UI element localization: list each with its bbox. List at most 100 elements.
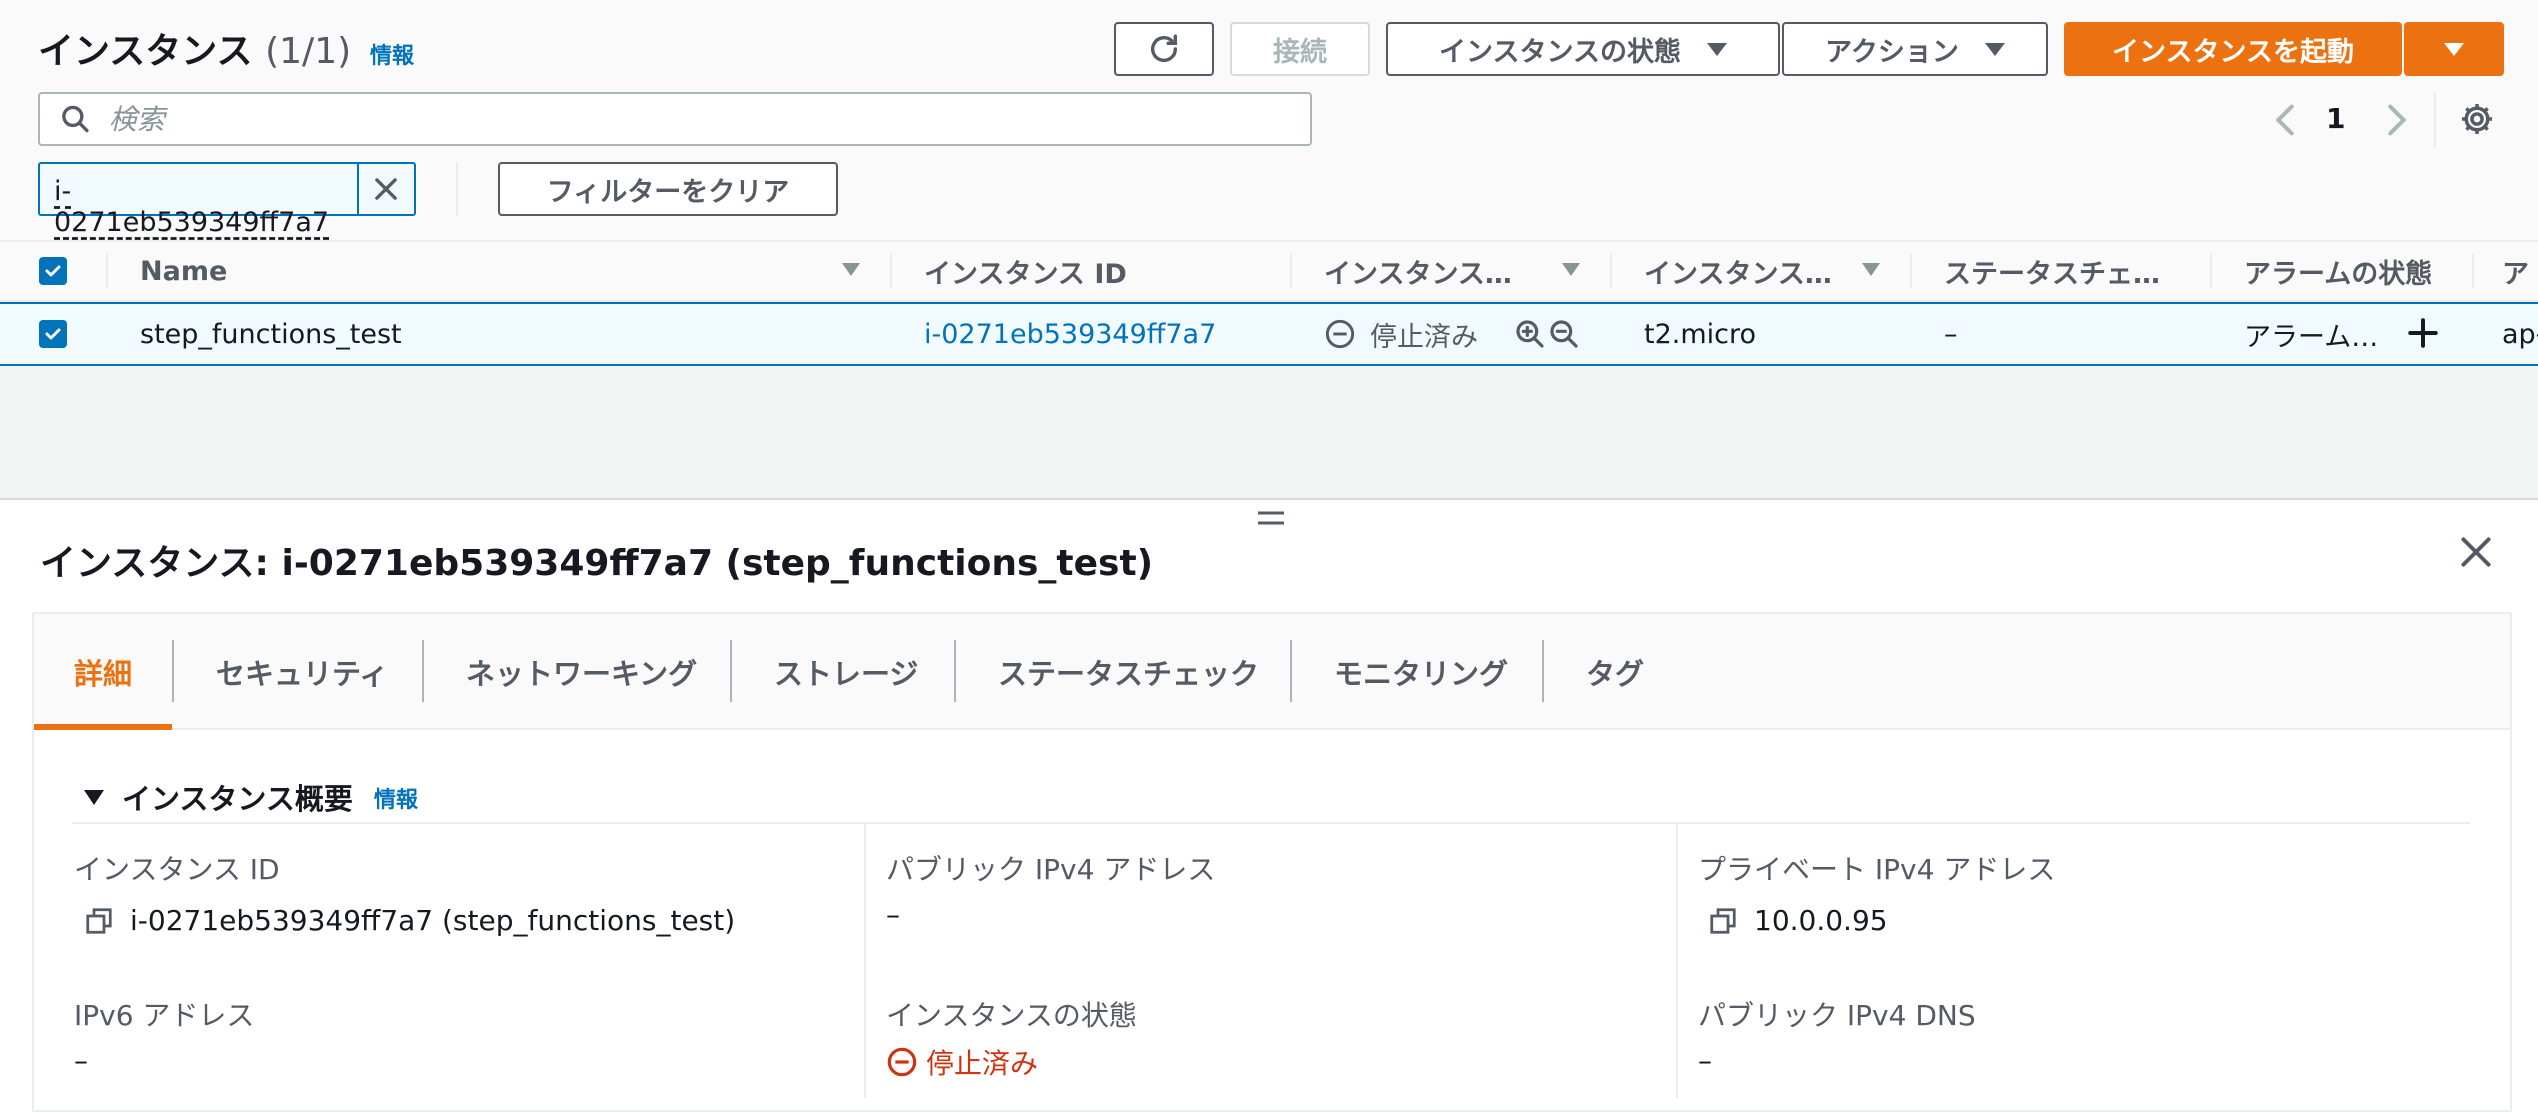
- caret-down-icon: [1984, 42, 2005, 56]
- instance-summary-toggle[interactable]: インスタンス概要: [84, 776, 353, 818]
- cell-instance-type: t2.micro: [1644, 318, 1757, 350]
- search-input[interactable]: [106, 101, 1310, 137]
- column-divider: [1910, 254, 1912, 288]
- tab-divider: [1290, 640, 1292, 702]
- public-dns-label: パブリック IPv4 DNS: [1698, 999, 1976, 1032]
- instance-id-value-text: i-0271eb539349ff7a7 (step_functions_test…: [130, 904, 736, 937]
- column-header-alarm-status[interactable]: アラームの状態: [2244, 240, 2474, 302]
- tab-storage[interactable]: ストレージ: [774, 614, 918, 730]
- instance-count: (1/1): [265, 31, 352, 72]
- caret-down-icon: [1706, 42, 1727, 56]
- stopped-status-icon: [887, 1047, 917, 1077]
- sort-icon[interactable]: [1562, 263, 1580, 276]
- private-ipv4-label: プライベート IPv4 アドレス: [1698, 853, 2056, 886]
- section-title: インスタンス概要: [122, 782, 353, 816]
- refresh-icon: [1150, 34, 1178, 62]
- cell-instance-state: 停止済み: [1324, 302, 1544, 366]
- launch-instances-button[interactable]: インスタンスを起動: [2064, 22, 2402, 76]
- copy-icon[interactable]: [84, 906, 114, 936]
- filter-token[interactable]: i-0271eb539349ff7a7: [38, 162, 416, 238]
- check-icon: [45, 328, 61, 340]
- refresh-button[interactable]: [1114, 22, 1214, 76]
- column-header-instance-state[interactable]: インスタンス…: [1324, 240, 1544, 302]
- cell-instance-id-link[interactable]: i-0271eb539349ff7a7: [924, 302, 1284, 366]
- ipv6-label: IPv6 アドレス: [74, 999, 255, 1032]
- chevron-right-icon[interactable]: [2380, 100, 2414, 140]
- copy-icon[interactable]: [1708, 906, 1738, 936]
- header-info-link[interactable]: 情報: [370, 38, 414, 70]
- column-header-status-check[interactable]: ステータスチェ…: [1944, 240, 2204, 302]
- column-header-name[interactable]: Name: [140, 240, 520, 302]
- section-info-link[interactable]: 情報: [374, 782, 418, 814]
- cell-instance-state-text: 停止済み: [1370, 321, 1478, 353]
- sort-icon[interactable]: [842, 263, 860, 276]
- instance-state-value-text: 停止済み: [926, 1047, 1039, 1080]
- column-divider: [106, 254, 108, 288]
- column-divider: [1676, 824, 1678, 1098]
- tab-networking[interactable]: ネットワーキング: [466, 614, 697, 730]
- page-title: インスタンス (1/1): [38, 22, 351, 74]
- select-all-checkbox[interactable]: [39, 257, 67, 285]
- tab-divider: [422, 640, 424, 702]
- instance-state-label: インスタンスの状態: [1439, 36, 1681, 68]
- tab-bar: [34, 614, 2510, 730]
- filter-token-label: i-0271eb539349ff7a7: [54, 176, 330, 238]
- zoom-in-icon[interactable]: [1514, 318, 1546, 350]
- caret-down-icon: [2444, 42, 2464, 56]
- page-number[interactable]: 1: [2326, 102, 2345, 135]
- column-divider: [2472, 254, 2474, 288]
- column-divider: [1610, 254, 1612, 288]
- section-divider: [72, 822, 2470, 824]
- tab-monitoring[interactable]: モニタリング: [1334, 614, 1508, 730]
- remove-filter-button[interactable]: [356, 164, 414, 214]
- column-header-availability-zone[interactable]: ア: [2502, 240, 2538, 302]
- column-divider: [890, 254, 892, 288]
- search-field[interactable]: [38, 92, 1312, 146]
- public-dns-value: –: [1698, 1044, 1712, 1077]
- active-tab-indicator: [34, 724, 172, 730]
- instance-id-value: i-0271eb539349ff7a7 (step_functions_test…: [84, 904, 735, 937]
- detail-title: インスタンス: i-0271eb539349ff7a7 (step_functi…: [40, 543, 1154, 584]
- private-ipv4-value: 10.0.0.95: [1708, 904, 1888, 937]
- instance-id-label: インスタンス ID: [74, 853, 280, 886]
- tab-details[interactable]: 詳細: [74, 614, 132, 730]
- clear-filters-button[interactable]: フィルターをクリア: [498, 162, 838, 216]
- check-icon: [45, 265, 61, 277]
- launch-dropdown-button[interactable]: [2404, 22, 2504, 76]
- tab-security[interactable]: セキュリティ: [216, 614, 388, 730]
- tab-divider: [1542, 640, 1544, 702]
- zoom-out-icon[interactable]: [1548, 318, 1580, 350]
- tab-divider: [954, 640, 956, 702]
- filter-divider: [456, 162, 458, 216]
- column-divider: [864, 824, 866, 1098]
- public-ipv4-label: パブリック IPv4 アドレス: [886, 853, 1216, 886]
- sort-icon[interactable]: [1862, 263, 1880, 276]
- stopped-status-icon: [1325, 319, 1355, 349]
- ipv6-value: –: [74, 1044, 88, 1077]
- cell-name: step_functions_test: [140, 318, 402, 350]
- instance-state-dropdown[interactable]: インスタンスの状態: [1386, 22, 1780, 76]
- instance-state-value: 停止済み: [886, 1042, 1038, 1082]
- actions-label: アクション: [1825, 36, 1959, 68]
- resize-handle-icon[interactable]: [1256, 508, 1286, 528]
- gear-icon[interactable]: [2458, 100, 2496, 138]
- row-checkbox[interactable]: [39, 320, 67, 348]
- cell-status-check: –: [1944, 318, 1958, 350]
- actions-dropdown[interactable]: アクション: [1782, 22, 2048, 76]
- connect-button[interactable]: 接続: [1230, 22, 1370, 76]
- cell-availability-zone: ap-: [2502, 318, 2538, 350]
- public-ipv4-value: –: [886, 898, 900, 931]
- column-header-instance-type[interactable]: インスタンス…: [1644, 240, 1844, 302]
- chevron-left-icon[interactable]: [2268, 100, 2302, 140]
- column-divider: [2210, 254, 2212, 288]
- tab-divider: [730, 640, 732, 702]
- column-divider: [1290, 254, 1292, 288]
- close-icon[interactable]: [2458, 534, 2494, 570]
- plus-icon[interactable]: [2406, 316, 2440, 350]
- tab-tags[interactable]: タグ: [1586, 614, 1644, 730]
- search-icon: [62, 105, 89, 133]
- column-header-instance-id[interactable]: インスタンス ID: [924, 240, 1284, 302]
- tab-status-checks[interactable]: ステータスチェック: [998, 614, 1259, 730]
- cell-alarm-status: アラーム…: [2244, 321, 2379, 353]
- pagination-divider: [2434, 92, 2436, 148]
